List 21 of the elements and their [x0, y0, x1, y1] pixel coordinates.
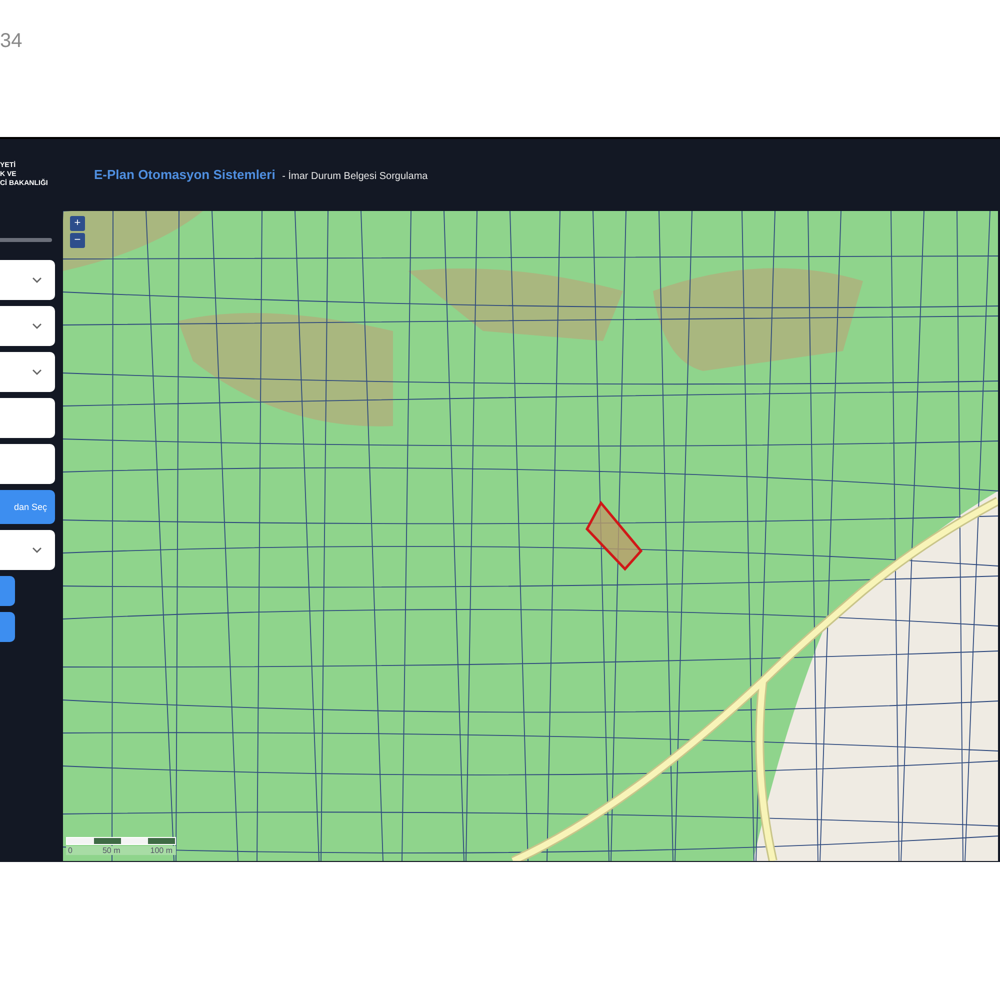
page-number: 34	[0, 30, 22, 53]
zoom-out-button[interactable]: −	[70, 233, 85, 248]
selected-parcel[interactable]	[585, 500, 643, 571]
chevron-down-icon	[32, 277, 42, 283]
chevron-down-icon	[32, 547, 42, 553]
input-field[interactable]	[0, 444, 55, 484]
chevron-down-icon	[32, 369, 42, 375]
input-field[interactable]	[0, 398, 55, 438]
scale-label: 100 m	[150, 846, 172, 855]
action-button[interactable]	[0, 576, 15, 606]
scale-label: 50 m	[102, 846, 120, 855]
scale-label: 0	[68, 846, 72, 855]
dropdown[interactable]	[0, 352, 55, 392]
zoom-in-button[interactable]: +	[70, 216, 85, 231]
chevron-down-icon	[32, 323, 42, 329]
app-title: E-Plan Otomasyon Sistemleri	[94, 166, 276, 182]
dropdown[interactable]	[0, 306, 55, 346]
action-button[interactable]	[0, 612, 15, 642]
page-subtitle: - İmar Durum Belgesi Sorgulama	[281, 170, 428, 182]
dropdown[interactable]	[0, 530, 55, 570]
dropdown[interactable]	[0, 260, 55, 300]
